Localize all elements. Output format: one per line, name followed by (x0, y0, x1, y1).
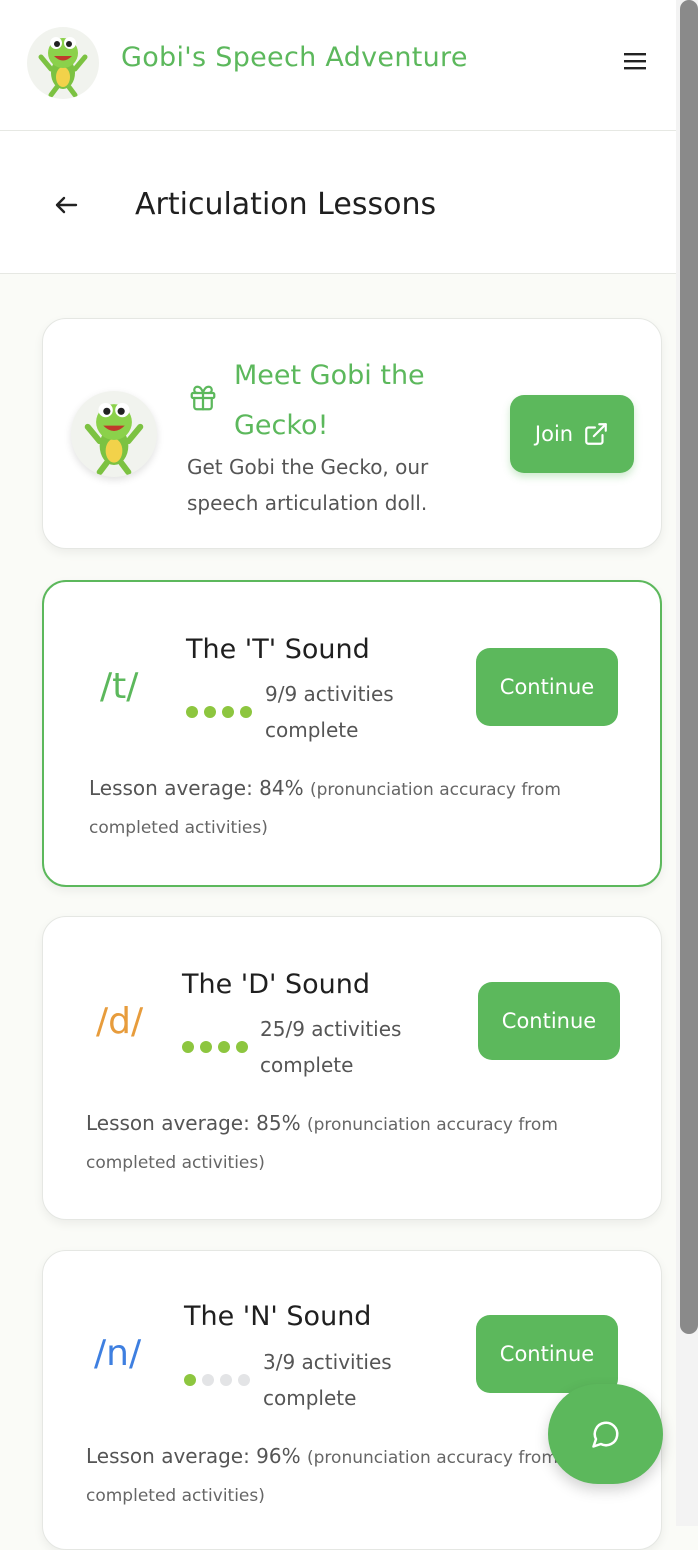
progress-dot (222, 706, 234, 718)
progress-dot (202, 1374, 214, 1386)
lesson-symbol: /t/ (100, 666, 139, 707)
lesson-title: The 'N' Sound (184, 1301, 372, 1332)
progress-dots (184, 1374, 250, 1386)
progress-dot (184, 1374, 196, 1386)
app-header: Gobi's Speech Adventure (0, 0, 676, 131)
progress-dots (186, 706, 252, 718)
average-label: Lesson average: 85% (86, 1111, 301, 1135)
progress-dot (220, 1374, 232, 1386)
average-label: Lesson average: 84% (89, 776, 304, 800)
progress-dot (200, 1041, 212, 1053)
scrollbar-thumb[interactable] (680, 0, 698, 1334)
progress-dot (236, 1041, 248, 1053)
progress-dot (186, 706, 198, 718)
lesson-title: The 'T' Sound (186, 634, 370, 665)
lesson-average: Lesson average: 84% (pronunciation accur… (89, 770, 629, 846)
gecko-logo-icon[interactable] (27, 27, 99, 99)
progress-dot (204, 706, 216, 718)
continue-button[interactable]: Continue (478, 982, 620, 1060)
page-title: Articulation Lessons (135, 187, 437, 222)
lesson-average: Lesson average: 85% (pronunciation accur… (86, 1105, 626, 1181)
chat-bubble-icon (591, 1421, 618, 1448)
progress-text: 3/9 activities complete (263, 1350, 392, 1410)
join-button[interactable]: Join (510, 395, 634, 473)
lesson-card-t[interactable]: /t/ The 'T' Sound 9/9 activities complet… (42, 580, 662, 887)
promo-description: Get Gobi the Gecko, our speech articulat… (187, 455, 429, 515)
gecko-mascot-icon (71, 391, 157, 477)
continue-button[interactable]: Continue (476, 648, 618, 726)
lesson-title: The 'D' Sound (182, 969, 371, 1000)
progress-dot (218, 1041, 230, 1053)
page-header: Articulation Lessons (0, 131, 676, 274)
continue-button[interactable]: Continue (476, 1315, 618, 1393)
lesson-symbol: /d/ (96, 1001, 144, 1042)
progress-text: 25/9 activities complete (260, 1017, 402, 1077)
progress-text: 9/9 activities complete (265, 682, 394, 742)
gift-icon (188, 383, 218, 413)
promo-title: Meet Gobi the Gecko! (234, 360, 425, 441)
progress-dot (240, 706, 252, 718)
chat-button[interactable] (548, 1384, 663, 1484)
progress-dot (238, 1374, 250, 1386)
promo-card: Meet Gobi the Gecko! Get Gobi the Gecko,… (42, 318, 662, 549)
hamburger-menu-icon[interactable] (620, 46, 650, 76)
join-button-label: Join (534, 422, 574, 446)
lesson-symbol: /n/ (94, 1333, 142, 1374)
progress-dot (182, 1041, 194, 1053)
external-link-icon (585, 423, 607, 445)
arrow-left-icon[interactable] (50, 189, 82, 221)
progress-dots (182, 1041, 248, 1053)
lesson-card-d[interactable]: /d/ The 'D' Sound 25/9 activities comple… (42, 916, 662, 1220)
lesson-average: Lesson average: 96% (pronunciation accur… (86, 1438, 626, 1514)
app-title: Gobi's Speech Adventure (121, 42, 468, 73)
average-label: Lesson average: 96% (86, 1444, 301, 1468)
